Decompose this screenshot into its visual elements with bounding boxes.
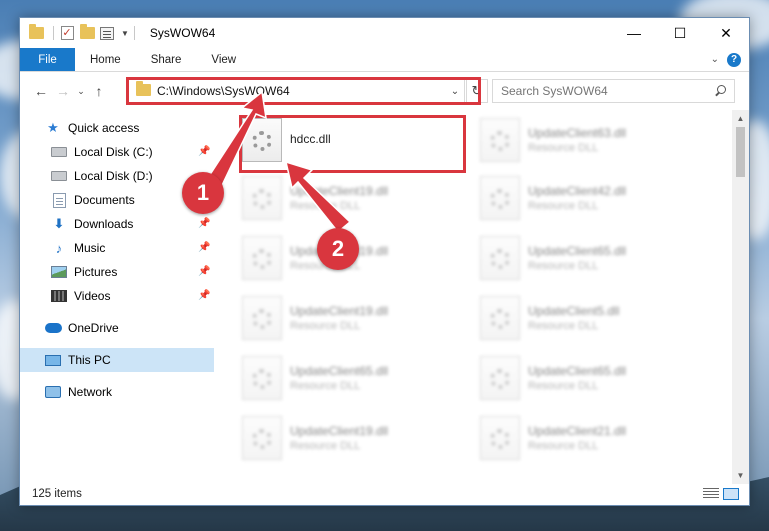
up-button[interactable]: ↑: [88, 80, 110, 102]
tab-file[interactable]: File: [20, 48, 75, 71]
file-item[interactable]: UpdateClient63.dll Resource DLL: [470, 112, 700, 168]
downloads-icon: ⬇: [53, 216, 65, 231]
dll-file-icon: [480, 236, 520, 280]
pin-icon[interactable]: 📌: [198, 290, 210, 302]
help-icon[interactable]: ?: [727, 52, 741, 67]
onedrive-icon: [44, 319, 62, 337]
file-list: hdcc.dll UpdateClient19.dll Resource DLL …: [232, 110, 732, 484]
music-icon: ♪: [55, 240, 63, 256]
item-count: 125 items: [32, 488, 82, 500]
sidebar-item-network[interactable]: Network: [20, 380, 214, 404]
properties-icon[interactable]: [99, 25, 115, 41]
dll-file-icon: [242, 296, 282, 340]
title-bar: ✓ ▼ SysWOW64 — ☐ ✕: [20, 18, 749, 48]
folder-icon: [136, 80, 151, 99]
pin-icon[interactable]: 📌: [198, 242, 210, 254]
file-item[interactable]: UpdateClient19.dllResource DLL: [232, 410, 462, 466]
file-item[interactable]: UpdateClient21.dll Resource DLL: [470, 410, 700, 466]
sidebar-item-downloads[interactable]: ⬇ Downloads 📌: [20, 212, 214, 236]
dll-file-icon: [480, 176, 520, 220]
dll-file-icon: [480, 416, 520, 460]
properties-check-icon[interactable]: ✓: [59, 25, 75, 41]
navigation-pane: ★ Quick access Local Disk (C:) 📌 Local D…: [20, 110, 214, 484]
documents-icon: [50, 191, 68, 209]
content-area: ★ Quick access Local Disk (C:) 📌 Local D…: [20, 110, 749, 484]
dll-file-icon: [242, 356, 282, 400]
search-box[interactable]: [492, 79, 735, 103]
back-button[interactable]: ←: [30, 80, 52, 102]
sidebar-item-pictures[interactable]: Pictures 📌: [20, 260, 214, 284]
file-item[interactable]: UpdateClient19.dllResource DLL: [232, 290, 462, 346]
address-dropdown-icon[interactable]: ⌄: [446, 86, 464, 97]
network-icon: [44, 383, 62, 401]
file-item[interactable]: UpdateClient65.dll Resource DLL: [470, 230, 700, 286]
scroll-thumb[interactable]: [736, 127, 745, 177]
sidebar-item-music[interactable]: ♪ Music 📌: [20, 236, 214, 260]
file-item[interactable]: UpdateClient5.dll Resource DLL: [470, 290, 700, 346]
address-bar[interactable]: C:\Windows\SysWOW64 ⌄: [127, 79, 465, 103]
expand-ribbon-icon[interactable]: ⌄: [711, 54, 719, 65]
tab-share[interactable]: Share: [136, 48, 197, 71]
sidebar-item-local-disk-c[interactable]: Local Disk (C:) 📌: [20, 140, 214, 164]
status-bar: 125 items: [20, 483, 749, 505]
maximize-button[interactable]: ☐: [657, 18, 703, 48]
this-pc-icon: [44, 351, 62, 369]
file-item-hdcc-dll[interactable]: hdcc.dll: [232, 112, 462, 168]
new-folder-icon[interactable]: [79, 24, 95, 41]
ribbon-tabs: File Home Share View ⌄ ?: [20, 48, 749, 72]
vertical-scrollbar[interactable]: ▲ ▼: [732, 110, 749, 484]
sidebar-item-this-pc[interactable]: This PC: [20, 348, 214, 372]
folder-icon: [28, 24, 44, 41]
pin-icon[interactable]: 📌: [198, 146, 210, 158]
quick-access-toolbar-dropdown-icon[interactable]: ▼: [121, 29, 129, 38]
navigation-bar: ← → ⌄ ↑ C:\Windows\SysWOW64 ⌄ ↻: [20, 72, 749, 110]
close-button[interactable]: ✕: [703, 18, 749, 48]
details-view-icon[interactable]: [703, 488, 719, 500]
search-input[interactable]: [501, 84, 712, 98]
disk-icon: [50, 143, 68, 161]
callout-step-1: 1: [182, 172, 224, 214]
sidebar-item-videos[interactable]: Videos 📌: [20, 284, 214, 308]
search-icon[interactable]: [712, 82, 730, 100]
pin-icon[interactable]: 📌: [198, 266, 210, 278]
file-item[interactable]: UpdateClient19.dllResource DLL: [232, 170, 462, 226]
minimize-button[interactable]: —: [611, 18, 657, 48]
videos-icon: [50, 287, 68, 305]
pictures-icon: [50, 263, 68, 281]
dll-file-icon: [242, 236, 282, 280]
window-title: SysWOW64: [149, 26, 216, 40]
dll-file-icon: [480, 118, 520, 162]
scroll-up-icon[interactable]: ▲: [732, 110, 749, 127]
tab-view[interactable]: View: [196, 48, 251, 71]
callout-step-2: 2: [317, 228, 359, 270]
file-explorer-window: ✓ ▼ SysWOW64 — ☐ ✕ File Home Share View …: [19, 17, 750, 506]
disk-icon: [50, 167, 68, 185]
file-item[interactable]: UpdateClient65.dll Resource DLL: [232, 350, 462, 406]
sidebar-item-quick-access[interactable]: ★ Quick access: [20, 116, 214, 140]
dll-file-icon: [480, 296, 520, 340]
dll-file-icon: [480, 356, 520, 400]
sidebar-item-onedrive[interactable]: OneDrive: [20, 316, 214, 340]
scroll-down-icon[interactable]: ▼: [732, 467, 749, 484]
address-path[interactable]: C:\Windows\SysWOW64: [157, 84, 446, 98]
large-icons-view-icon[interactable]: [723, 488, 739, 500]
recent-locations-button[interactable]: ⌄: [74, 80, 88, 102]
star-icon: ★: [47, 120, 59, 135]
forward-button[interactable]: →: [52, 80, 74, 102]
file-item[interactable]: UpdateClient65.dll Resource DLL: [470, 350, 700, 406]
tab-home[interactable]: Home: [75, 48, 136, 71]
pin-icon[interactable]: 📌: [198, 218, 210, 230]
refresh-button[interactable]: ↻: [466, 79, 488, 103]
dll-file-icon: [242, 176, 282, 220]
file-item[interactable]: UpdateClient42.dll Resource DLL: [470, 170, 700, 226]
dll-file-icon: [242, 118, 282, 162]
dll-file-icon: [242, 416, 282, 460]
